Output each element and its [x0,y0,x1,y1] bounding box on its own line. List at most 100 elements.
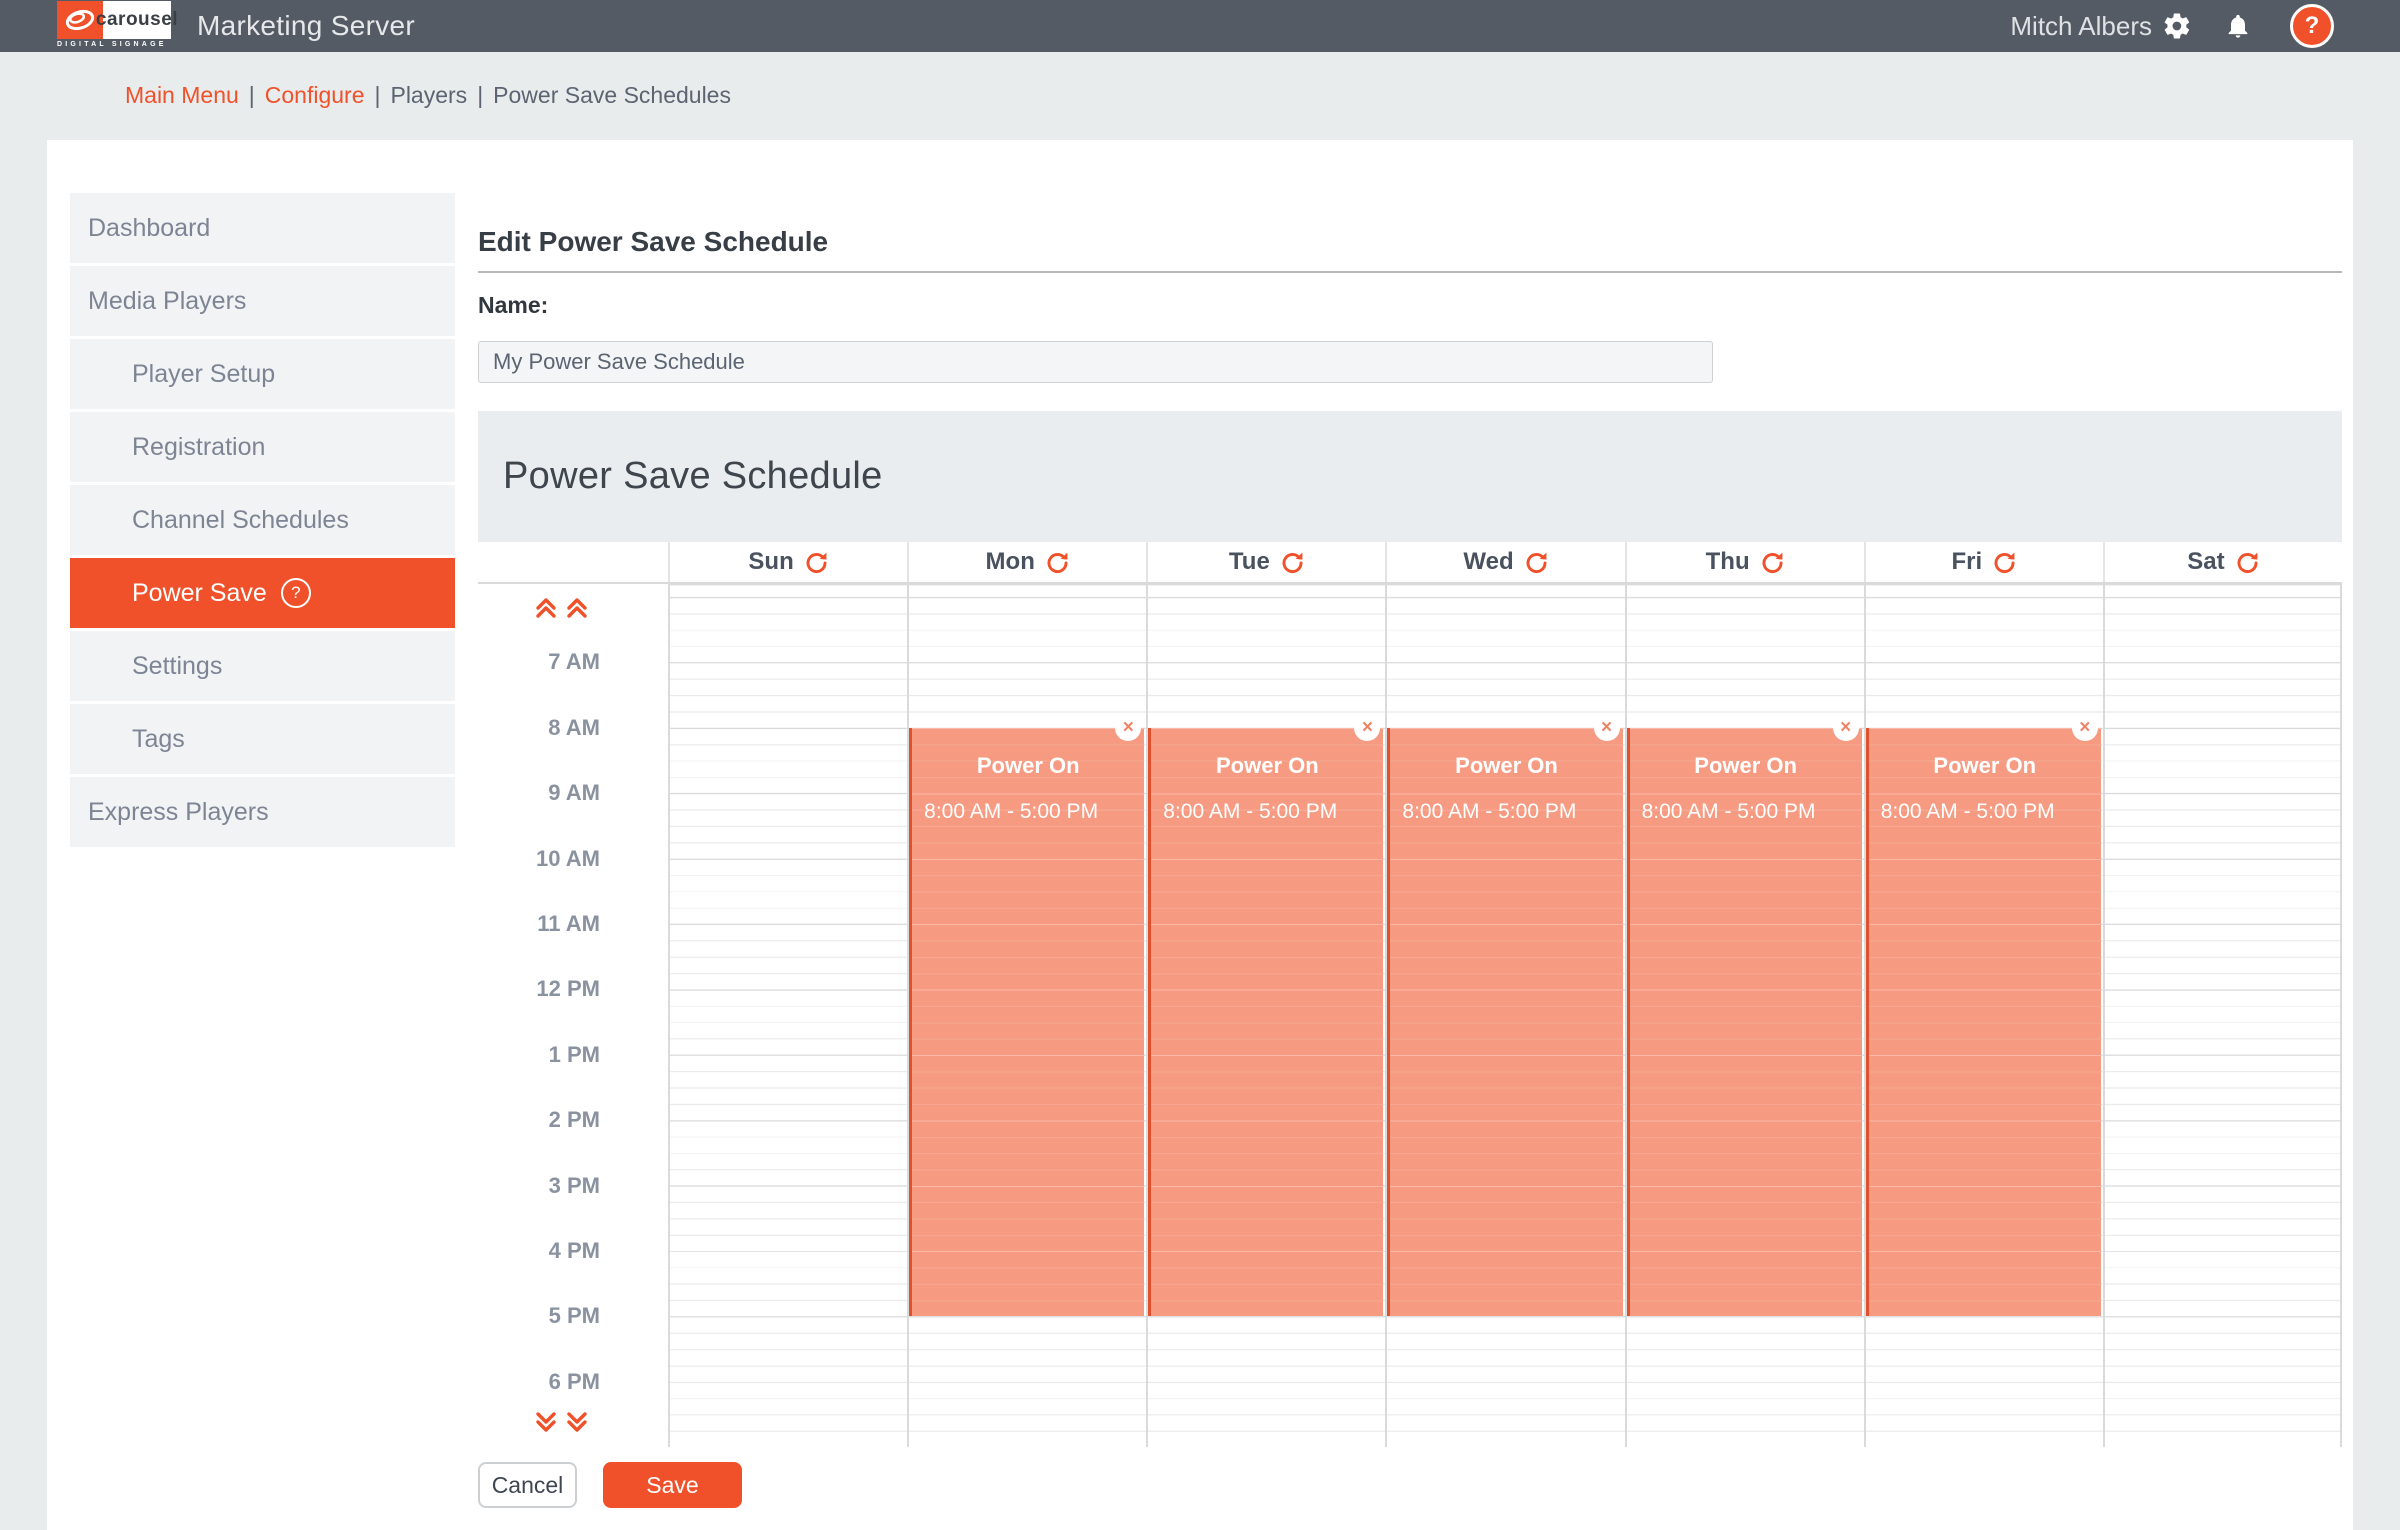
page-title: Edit Power Save Schedule [478,226,828,258]
sidebar-item-label: Player Setup [132,360,275,389]
hour-label: 5 PM [478,1303,600,1329]
scroll-earlier-control[interactable] [534,596,589,620]
form-actions: Cancel Save [478,1462,742,1508]
day-header-row: Sun Mon Tue Wed Thu Fri Sat [478,542,2342,582]
help-icon[interactable]: ? [2290,4,2334,48]
day-label: Wed [1463,548,1513,576]
schedule-grid[interactable]: ×Power On8:00 AM - 5:00 PM×Power On8:00 … [478,582,2342,1447]
refresh-icon[interactable] [1045,550,1070,575]
help-icon[interactable]: ? [281,578,311,608]
hour-label: 11 AM [478,911,600,937]
event-title: Power On [1869,753,2101,779]
refresh-icon[interactable] [1280,550,1305,575]
close-icon[interactable]: × [1833,715,1859,741]
sidebar-item-media-players[interactable]: Media Players [70,266,455,336]
event-time-range: 8:00 AM - 5:00 PM [1881,800,2055,824]
sidebar-item-label: Media Players [88,287,246,316]
double-chevron-up-icon [565,596,589,620]
power-on-event-wed[interactable]: ×Power On8:00 AM - 5:00 PM [1387,728,1622,1317]
day-header-mon: Mon [907,542,1146,582]
breadcrumb-current-page: Power Save Schedules [493,82,731,108]
sidebar-item-channel-schedules[interactable]: Channel Schedules [70,485,455,555]
hour-label: 10 AM [478,846,600,872]
app-title: Marketing Server [197,0,415,52]
event-time-range: 8:00 AM - 5:00 PM [1642,800,1816,824]
hour-label: 1 PM [478,1042,600,1068]
day-label: Thu [1706,548,1750,576]
user-name[interactable]: Mitch Albers [2010,11,2152,42]
event-title: Power On [912,753,1144,779]
gear-icon[interactable] [2162,11,2192,41]
breadcrumb-players[interactable]: Players [390,82,467,108]
sidebar-item-label: Dashboard [88,214,210,243]
breadcrumb-configure[interactable]: Configure [265,82,365,108]
hour-label: 12 PM [478,976,600,1002]
sidebar-item-settings[interactable]: Settings [70,631,455,701]
logo-subtext: DIGITAL SIGNAGE [57,41,167,48]
sidebar-item-label: Tags [132,725,185,754]
top-bar: carousel DIGITAL SIGNAGE Marketing Serve… [0,0,2400,52]
carousel-logo[interactable]: carousel DIGITAL SIGNAGE [57,1,173,51]
day-label: Sat [2187,548,2224,576]
refresh-icon[interactable] [1524,550,1549,575]
double-chevron-down-icon [534,1410,558,1434]
event-time-range: 8:00 AM - 5:00 PM [1163,800,1337,824]
double-chevron-down-icon [565,1410,589,1434]
grid-column-line [2103,584,2105,1447]
sidebar-item-dashboard[interactable]: Dashboard [70,193,455,263]
refresh-icon[interactable] [2235,550,2260,575]
day-header-sun: Sun [668,542,907,582]
refresh-icon[interactable] [1992,550,2017,575]
close-icon[interactable]: × [1594,715,1620,741]
breadcrumb-main-menu[interactable]: Main Menu [125,82,239,108]
breadcrumb-separator: | [467,82,493,108]
breadcrumb-separator: | [365,82,391,108]
sidebar-item-player-setup[interactable]: Player Setup [70,339,455,409]
hour-label: 9 AM [478,780,600,806]
sidebar-nav: Dashboard Media Players Player Setup Regist… [70,193,455,850]
schedule-panel-title: Power Save Schedule [503,455,883,498]
sidebar-item-label: Channel Schedules [132,506,349,535]
day-header-fri: Fri [1864,542,2103,582]
close-icon[interactable]: × [1115,715,1141,741]
event-title: Power On [1390,753,1622,779]
event-time-range: 8:00 AM - 5:00 PM [1402,800,1576,824]
double-chevron-up-icon [534,596,558,620]
bell-icon[interactable] [2224,11,2252,41]
content-card: Dashboard Media Players Player Setup Regist… [47,140,2353,1530]
refresh-icon[interactable] [804,550,829,575]
sidebar-item-express-players[interactable]: Express Players [70,777,455,847]
sidebar-item-registration[interactable]: Registration [70,412,455,482]
schedule-grid-columns[interactable]: ×Power On8:00 AM - 5:00 PM×Power On8:00 … [668,584,2342,1447]
breadcrumb-separator: | [239,82,265,108]
grid-column-line [2340,584,2342,1447]
save-button[interactable]: Save [603,1462,742,1508]
close-icon[interactable]: × [1354,715,1380,741]
day-header-tue: Tue [1146,542,1385,582]
cancel-button[interactable]: Cancel [478,1462,577,1508]
power-on-event-mon[interactable]: ×Power On8:00 AM - 5:00 PM [909,728,1144,1317]
hour-label: 2 PM [478,1107,600,1133]
schedule-name-input[interactable] [478,341,1713,383]
event-time-range: 8:00 AM - 5:00 PM [924,800,1098,824]
refresh-icon[interactable] [1760,550,1785,575]
breadcrumb: Main Menu|Configure|Players|Power Save S… [125,82,731,109]
hour-label: 6 PM [478,1369,600,1395]
power-on-event-thu[interactable]: ×Power On8:00 AM - 5:00 PM [1627,728,1862,1317]
grid-column-line [668,584,670,1447]
close-icon[interactable]: × [2072,715,2098,741]
hour-label: 7 AM [478,649,600,675]
sidebar-item-tags[interactable]: Tags [70,704,455,774]
sidebar-item-label: Power Save [132,579,267,608]
scroll-later-control[interactable] [534,1410,589,1434]
sidebar-item-label: Registration [132,433,265,462]
day-label: Mon [986,548,1035,576]
power-on-event-tue[interactable]: ×Power On8:00 AM - 5:00 PM [1148,728,1383,1317]
sidebar-item-power-save[interactable]: Power Save? [70,558,455,628]
day-label: Sun [748,548,793,576]
day-label: Fri [1951,548,1982,576]
sidebar-item-label: Express Players [88,798,269,827]
sidebar-item-label: Settings [132,652,222,681]
power-on-event-fri[interactable]: ×Power On8:00 AM - 5:00 PM [1866,728,2101,1317]
hour-label: 3 PM [478,1173,600,1199]
